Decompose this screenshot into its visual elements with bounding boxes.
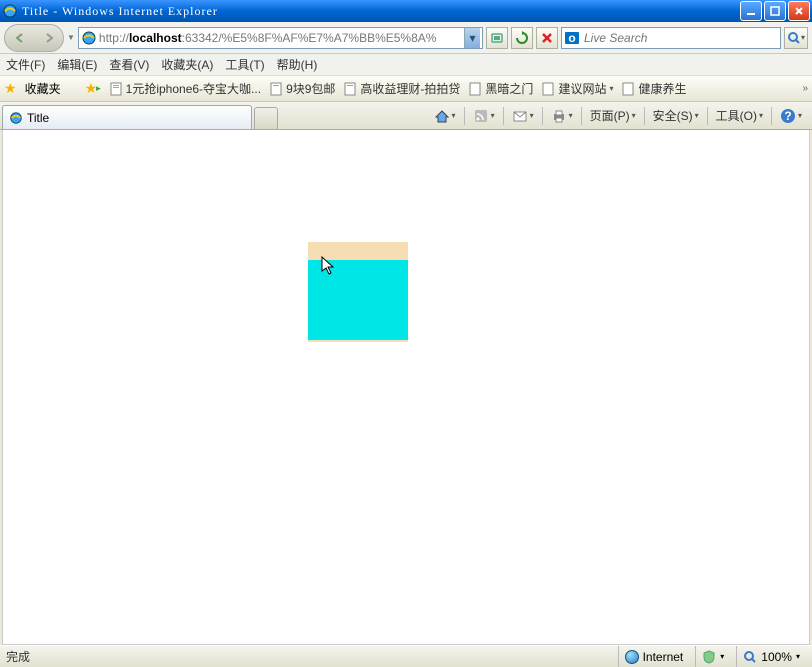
protected-mode-cell[interactable]: ▾ (695, 646, 730, 667)
window-titlebar: Title - Windows Internet Explorer (0, 0, 812, 22)
status-zone[interactable]: Internet (618, 646, 690, 667)
minimize-button[interactable] (740, 1, 762, 21)
tab-active[interactable]: Title (2, 105, 252, 129)
menu-view[interactable]: 查看(V) (109, 56, 149, 73)
svg-text:o: o (568, 31, 575, 45)
page-icon (468, 82, 482, 96)
globe-icon (625, 650, 639, 664)
favorites-item-label: 1元抢iphone6-夺宝大咖... (126, 80, 261, 97)
outlook-icon: o (564, 30, 580, 46)
page-icon (621, 82, 635, 96)
window-title: Title - Windows Internet Explorer (22, 4, 738, 19)
favorites-item-label: 建议网站 (558, 80, 606, 97)
favorites-item[interactable]: 高收益理财-拍拍贷 (343, 80, 460, 97)
tab-title: Title (27, 111, 49, 125)
new-tab-button[interactable] (254, 107, 278, 129)
page-menu-button[interactable]: 页面(P) ▾ (586, 105, 640, 127)
address-bar[interactable]: http://localhost:63342/%E5%8F%AF%E7%A7%B… (78, 27, 483, 49)
mail-button[interactable]: ▾ (508, 105, 538, 127)
back-button[interactable] (5, 31, 34, 45)
stop-button[interactable] (536, 27, 558, 49)
feeds-button[interactable]: ▾ (469, 105, 499, 127)
print-button[interactable]: ▾ (547, 105, 577, 127)
status-bar: 完成 Internet ▾ 100% ▾ (0, 645, 812, 667)
page-favicon-icon (81, 30, 97, 46)
close-button[interactable] (788, 1, 810, 21)
safety-menu-label: 安全(S) (653, 107, 693, 124)
svg-text:?: ? (784, 109, 791, 123)
favorites-item[interactable]: 9块9包邮 (269, 80, 335, 97)
page-icon (269, 82, 283, 96)
ie-icon (2, 3, 18, 19)
nav-back-forward (4, 24, 64, 52)
menu-favorites[interactable]: 收藏夹(A) (161, 56, 213, 73)
tools-menu-label: 工具(O) (716, 107, 757, 124)
forward-button[interactable] (34, 31, 63, 45)
favorites-bar: ★ 收藏夹 ★▸ 1元抢iphone6-夺宝大咖... 9块9包邮 高收益理财-… (0, 76, 812, 102)
tools-menu-button[interactable]: 工具(O) ▾ (712, 105, 767, 127)
favorites-add-icon[interactable]: ★▸ (85, 80, 101, 97)
menu-tools[interactable]: 工具(T) (225, 56, 264, 73)
menu-help[interactable]: 帮助(H) (277, 56, 318, 73)
tab-favicon-icon (9, 111, 23, 125)
favorites-label[interactable]: 收藏夹 (25, 80, 61, 97)
page-icon (109, 82, 123, 96)
search-box[interactable]: o (561, 27, 781, 49)
shield-icon (702, 650, 716, 664)
favorites-overflow-icon[interactable]: » (802, 83, 808, 94)
menu-edit[interactable]: 编辑(E) (57, 56, 97, 73)
page-content (2, 130, 810, 645)
status-zone-label: Internet (643, 650, 684, 664)
address-dropdown-icon[interactable]: ▾ (464, 28, 480, 48)
zoom-label: 100% (761, 650, 792, 664)
navigation-bar: ▼ http://localhost:63342/%E5%8F%AF%E7%A7… (0, 22, 812, 54)
home-button[interactable]: ▾ (430, 105, 460, 127)
menu-bar: 文件(F) 编辑(E) 查看(V) 收藏夹(A) 工具(T) 帮助(H) (0, 54, 812, 76)
favorites-item[interactable]: 黑暗之门 (468, 80, 533, 97)
favorites-star-icon[interactable]: ★ (4, 80, 17, 97)
favorites-item[interactable]: 1元抢iphone6-夺宝大咖... (109, 80, 261, 97)
cyan-box (308, 260, 408, 340)
page-menu-label: 页面(P) (590, 107, 630, 124)
maximize-button[interactable] (764, 1, 786, 21)
zoom-icon (743, 650, 757, 664)
nav-dropdown-icon[interactable]: ▼ (67, 33, 75, 42)
favorites-item-label: 健康养生 (638, 80, 686, 97)
help-button[interactable]: ?▾ (776, 105, 806, 127)
tab-bar: Title ▾ ▾ ▾ ▾ 页面(P) ▾ 安全(S) ▾ 工具(O) ▾ ?▾ (0, 102, 812, 130)
menu-file[interactable]: 文件(F) (6, 56, 45, 73)
favorites-item[interactable]: 建议网站 ▾ (541, 80, 613, 97)
address-text[interactable]: http://localhost:63342/%E5%8F%AF%E7%A7%B… (99, 31, 464, 45)
refresh-button[interactable] (511, 27, 533, 49)
favorites-item[interactable]: 健康养生 (621, 80, 686, 97)
page-icon (541, 82, 555, 96)
favorites-item-label: 9块9包邮 (286, 80, 335, 97)
search-input[interactable] (584, 31, 778, 45)
compat-view-button[interactable] (486, 27, 508, 49)
status-text: 完成 (6, 648, 30, 665)
page-icon (343, 82, 357, 96)
favorites-item-label: 高收益理财-拍拍贷 (360, 80, 460, 97)
safety-menu-button[interactable]: 安全(S) ▾ (649, 105, 703, 127)
favorites-item-label: 黑暗之门 (485, 80, 533, 97)
zoom-cell[interactable]: 100% ▾ (736, 646, 806, 667)
search-go-button[interactable]: ▾ (784, 27, 808, 49)
